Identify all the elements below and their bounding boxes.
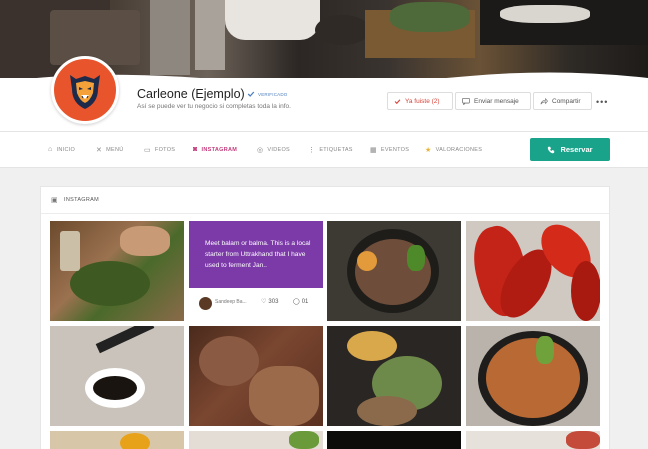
tab-valoraciones[interactable]: ★ VALORACIONES [425,146,482,154]
like-count[interactable]: ♡ 303 [261,298,279,306]
tab-label: EVENTOS [380,147,410,153]
verified-label: VERIFICADO [258,91,288,97]
phone-icon [548,146,555,153]
reserve-button[interactable]: Reservar [530,138,610,161]
tab-eventos[interactable]: ▦ EVENTOS [370,146,409,154]
instagram-post-caption[interactable]: Meet balam or balma. This is a local sta… [189,221,323,288]
video-icon: ◎ [257,147,264,154]
likes-value: 303 [268,298,279,305]
post-username: Sandeep Ba... [215,299,247,305]
share-label: Compartir [552,97,581,105]
post-meta: Sandeep Ba... ♡ 303 ◯ 01 [189,288,323,320]
post-caption: Meet balam or balma. This is a local sta… [205,240,311,269]
instagram-icon: ◙ [193,146,198,153]
verified-badge: VERIFICADO [247,90,288,98]
check-icon [247,91,255,97]
visited-button[interactable]: Ya fuiste (2) [387,92,453,110]
tab-inicio[interactable]: ⌂ INICIO [48,146,75,153]
tab-label: INICIO [56,146,76,153]
instagram-photo[interactable] [327,221,461,321]
comment-icon: ◯ [293,299,300,305]
star-icon: ★ [425,147,432,154]
instagram-photo[interactable] [466,326,600,426]
tab-label: FOTOS [154,147,176,153]
instagram-photo[interactable] [327,326,461,426]
tab-label: MENÚ [106,147,124,153]
message-icon [462,97,470,105]
comments-value: 01 [301,298,309,305]
send-message-label: Enviar mensaje [474,97,519,105]
utensils-icon: ✕ [96,147,103,154]
tab-etiquetas[interactable]: ⋮ ETIQUETAS [308,146,353,154]
visited-label: Ya fuiste (2) [405,97,440,105]
instagram-photo[interactable] [50,221,184,321]
more-options-button[interactable]: ••• [596,97,608,107]
tag-icon: ⋮ [308,147,316,154]
section-header: ▣ INSTAGRAM [41,187,609,214]
instagram-photo[interactable] [466,431,600,449]
share-button[interactable]: Compartir [533,92,592,110]
check-icon [394,98,401,104]
tab-label: VIDEOS [267,147,291,153]
instagram-photo[interactable] [466,221,600,321]
section-title: INSTAGRAM [64,197,99,203]
image-icon: ▭ [144,147,151,154]
instagram-photo[interactable] [327,431,461,449]
tab-videos[interactable]: ◎ VIDEOS [257,146,290,154]
tab-label: ETIQUETAS [319,147,353,153]
calendar-icon: ▦ [370,147,377,154]
business-logo [51,56,119,124]
heart-icon: ♡ [261,299,267,305]
instagram-icon: ▣ [51,197,58,204]
share-icon [540,97,548,104]
home-icon: ⌂ [48,146,53,153]
tab-label: INSTAGRAM [201,146,238,153]
instagram-photo[interactable] [189,326,323,426]
reserve-label: Reservar [560,145,593,154]
avatar [199,297,212,310]
tab-instagram[interactable]: ◙ INSTAGRAM [193,146,237,153]
comment-count[interactable]: ◯ 01 [293,298,309,306]
tab-fotos[interactable]: ▭ FOTOS [144,146,175,154]
tab-label: VALORACIONES [435,147,483,153]
business-subtitle: Así se puede ver tu negocio si completas… [137,103,291,110]
instagram-photo[interactable] [189,431,323,449]
instagram-photo[interactable] [50,431,184,449]
instagram-photo[interactable] [50,326,184,426]
tab-menu[interactable]: ✕ MENÚ [96,146,124,154]
business-name: Carleone (Ejemplo) [137,87,245,101]
send-message-button[interactable]: Enviar mensaje [455,92,531,110]
